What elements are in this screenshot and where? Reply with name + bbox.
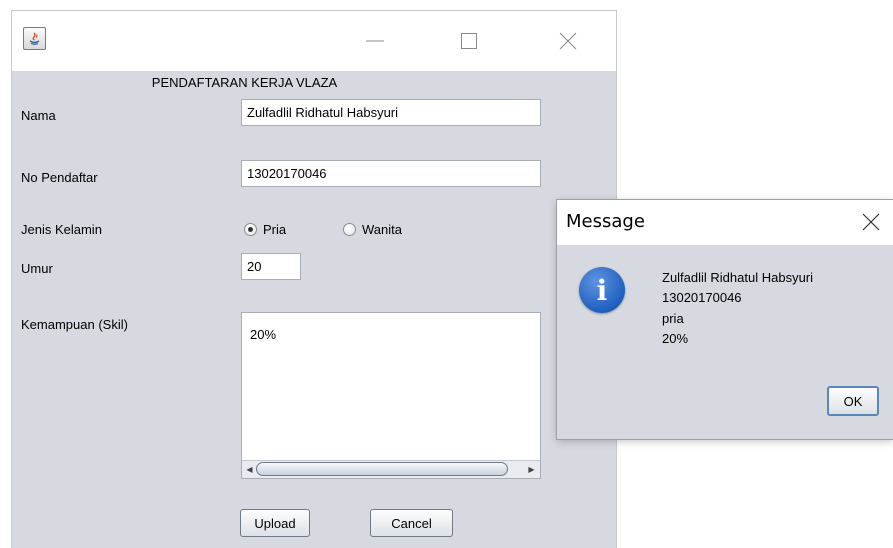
dialog-close-button[interactable]	[860, 211, 882, 236]
dialog-titlebar[interactable]: Message	[557, 200, 893, 245]
kemampuan-label: Kemampuan (Skil)	[21, 317, 128, 332]
upload-button[interactable]: Upload	[240, 509, 310, 537]
maximize-button[interactable]	[446, 23, 492, 59]
umur-input[interactable]: 20	[241, 253, 301, 280]
nama-input[interactable]: Zulfadlil Ridhatul Habsyuri	[241, 99, 541, 126]
radio-wanita[interactable]: Wanita	[343, 222, 402, 237]
no-pendaftar-label: No Pendaftar	[21, 170, 98, 185]
scroll-left-icon[interactable]: ◀	[243, 463, 256, 476]
message-line-number: 13020170046	[662, 290, 742, 305]
dialog-title: Message	[566, 211, 645, 232]
close-icon	[559, 32, 577, 50]
close-button[interactable]	[545, 23, 591, 59]
message-line-gender: pria	[662, 311, 684, 326]
radio-pria-label: Pria	[263, 222, 287, 237]
radio-circle-unselected	[343, 223, 356, 236]
window-titlebar[interactable]	[12, 11, 616, 71]
radio-wanita-label: Wanita	[362, 222, 402, 237]
no-pendaftar-input[interactable]: 13020170046	[241, 160, 541, 187]
horizontal-scrollbar[interactable]: ◀ ▶	[242, 460, 540, 478]
scroll-thumb[interactable]	[256, 462, 508, 476]
kemampuan-textarea[interactable]: 20% ◀ ▶	[241, 312, 541, 479]
message-line-name: Zulfadlil Ridhatul Habsyuri	[662, 270, 814, 285]
scroll-right-icon[interactable]: ▶	[525, 463, 538, 476]
nama-label: Nama	[21, 108, 56, 123]
cancel-button[interactable]: Cancel	[370, 509, 453, 537]
jenis-kelamin-label: Jenis Kelamin	[21, 222, 102, 237]
radio-circle-selected	[244, 223, 257, 236]
maximize-icon	[461, 33, 477, 49]
info-icon: i	[579, 267, 625, 313]
java-app-icon[interactable]	[23, 27, 46, 50]
ok-button[interactable]: OK	[827, 386, 879, 416]
registration-window: PENDAFTARAN KERJA VLAZA Nama Zulfadlil R…	[12, 11, 616, 548]
minimize-icon	[366, 40, 384, 42]
message-dialog: Message i Zulfadlil Ridhatul Habsyuri 13…	[557, 200, 893, 439]
close-icon	[862, 213, 880, 231]
radio-pria[interactable]: Pria	[244, 222, 286, 237]
minimize-button[interactable]	[352, 23, 398, 59]
form-title: PENDAFTARAN KERJA VLAZA	[151, 75, 338, 90]
umur-label: Umur	[21, 261, 53, 276]
message-line-skill: 20%	[662, 331, 689, 346]
kemampuan-text: 20%	[250, 327, 277, 342]
